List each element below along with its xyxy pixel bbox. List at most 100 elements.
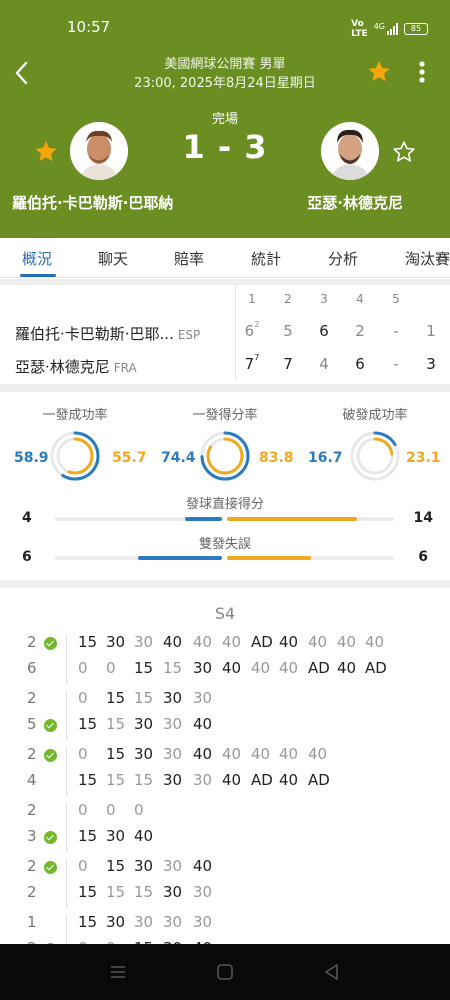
volte-icon: Vo LTE [351, 19, 368, 39]
game-divider [66, 746, 67, 796]
point-score: 30 [134, 745, 154, 763]
player1-name[interactable]: 羅伯托·卡巴勒斯·巴耶納 [12, 192, 173, 213]
bar-fill-player2 [227, 556, 311, 560]
set-score-cell: 7 [276, 355, 300, 373]
point-score: 40 [222, 745, 242, 763]
player1-avatar[interactable] [70, 122, 128, 180]
favorite-match-star-icon[interactable] [366, 59, 392, 85]
stat-donut-chart [350, 431, 400, 481]
stat-label: 破發成功率 [342, 408, 408, 423]
point-score: 0 [106, 801, 116, 819]
game-divider [66, 802, 67, 852]
point-score: 15 [106, 745, 126, 763]
player2-favorite-star-icon[interactable] [391, 139, 417, 165]
bar-stat-player1-value: 6 [22, 549, 32, 565]
player2-avatar[interactable] [321, 122, 379, 180]
point-score: AD [308, 659, 330, 677]
point-score: 30 [163, 913, 183, 931]
point-score: 30 [106, 913, 126, 931]
point-score: 40 [279, 659, 299, 677]
point-score: 40 [279, 745, 299, 763]
player2-name[interactable]: 亞瑟·林德克尼 [307, 192, 403, 213]
tab-overview[interactable]: 概況 [22, 248, 52, 269]
table-row-player2[interactable]: 亞瑟·林德克尼 FRA [15, 356, 137, 377]
game-score-player1: 2 [27, 745, 37, 763]
game-row: 2 3 0 0 0 15 30 40 [0, 800, 450, 856]
point-score: 30 [163, 857, 183, 875]
set-score-cell: 3 [419, 355, 443, 373]
game-row: 2 2 0 15 30 30 40 15 15 15 30 30 [0, 856, 450, 912]
table-divider [235, 284, 236, 380]
set-score-value: - [393, 355, 399, 373]
game-score-player2: 6 [27, 659, 37, 677]
point-score: 15 [134, 689, 154, 707]
point-score: 0 [134, 801, 144, 819]
tab-analysis[interactable]: 分析 [328, 248, 358, 269]
tab-knockout[interactable]: 淘汰賽 [405, 248, 450, 269]
point-score: 0 [78, 745, 88, 763]
active-tab-indicator [20, 274, 56, 277]
game-won-check-icon [44, 831, 57, 844]
home-icon[interactable] [215, 962, 235, 982]
player1-favorite-star-icon[interactable] [33, 139, 59, 165]
point-score: 40 [222, 659, 242, 677]
point-score: 40 [365, 633, 385, 651]
set-title: S4 [214, 604, 236, 623]
point-score: 0 [78, 801, 88, 819]
back-icon[interactable] [322, 962, 342, 982]
point-score: 15 [106, 771, 126, 789]
divider [0, 384, 450, 392]
bar-stat-player2-value: 6 [418, 549, 428, 565]
set-score-cell: 77 [240, 353, 264, 373]
more-options-icon[interactable] [411, 59, 433, 85]
point-score: 40 [279, 771, 299, 789]
point-score: 40 [193, 715, 213, 733]
signal-icon: 4G [374, 23, 398, 35]
point-score: 30 [134, 857, 154, 875]
bar-stat-player1-value: 4 [22, 510, 32, 526]
set-score-cell: 4 [312, 355, 336, 373]
game-won-check-icon [44, 749, 57, 762]
game-divider [66, 690, 67, 740]
point-score: 30 [106, 633, 126, 651]
bar-stat-label: 雙發失誤 [198, 537, 251, 552]
point-score: 30 [163, 689, 183, 707]
player1-short-name: 羅伯托·卡巴勒斯·巴耶... [15, 325, 174, 343]
point-score: 15 [106, 883, 126, 901]
set-header: 1 [248, 292, 256, 306]
tab-odds[interactable]: 賠率 [174, 248, 204, 269]
point-score: 0 [78, 857, 88, 875]
point-score: 30 [134, 633, 154, 651]
point-score: 15 [134, 883, 154, 901]
point-score: 15 [134, 771, 154, 789]
point-score: 30 [193, 771, 213, 789]
game-divider [66, 634, 67, 684]
game-score-player1: 2 [27, 857, 37, 875]
point-score: 15 [106, 857, 126, 875]
table-row-player1[interactable]: 羅伯托·卡巴勒斯·巴耶... ESP [15, 323, 200, 344]
point-score: 40 [222, 633, 242, 651]
point-score: 15 [78, 771, 98, 789]
point-score: AD [251, 771, 273, 789]
tab-chat[interactable]: 聊天 [98, 248, 128, 269]
bar-stat-label: 發球直接得分 [185, 497, 264, 512]
menu-icon[interactable] [108, 962, 128, 982]
game-divider [66, 858, 67, 908]
point-score: 40 [163, 633, 183, 651]
tab-stats[interactable]: 統計 [251, 248, 281, 269]
network-type-icon: 4G [373, 22, 385, 31]
point-score: AD [308, 771, 330, 789]
game-score-player1: 1 [27, 913, 37, 931]
back-arrow-icon[interactable] [10, 58, 36, 88]
tiebreak-score: 7 [254, 353, 260, 362]
point-score: 40 [279, 633, 299, 651]
point-score: 30 [106, 827, 126, 845]
status-time: 10:57 [67, 18, 111, 36]
game-score-player2: 4 [27, 771, 37, 789]
point-score: 40 [222, 771, 242, 789]
point-score: 30 [163, 745, 183, 763]
match-score: 1 - 3 [182, 128, 268, 166]
point-score: 15 [134, 659, 154, 677]
tiebreak-score: 2 [254, 320, 260, 329]
status-bar: 10:57 Vo LTE 4G 85 [0, 0, 450, 58]
